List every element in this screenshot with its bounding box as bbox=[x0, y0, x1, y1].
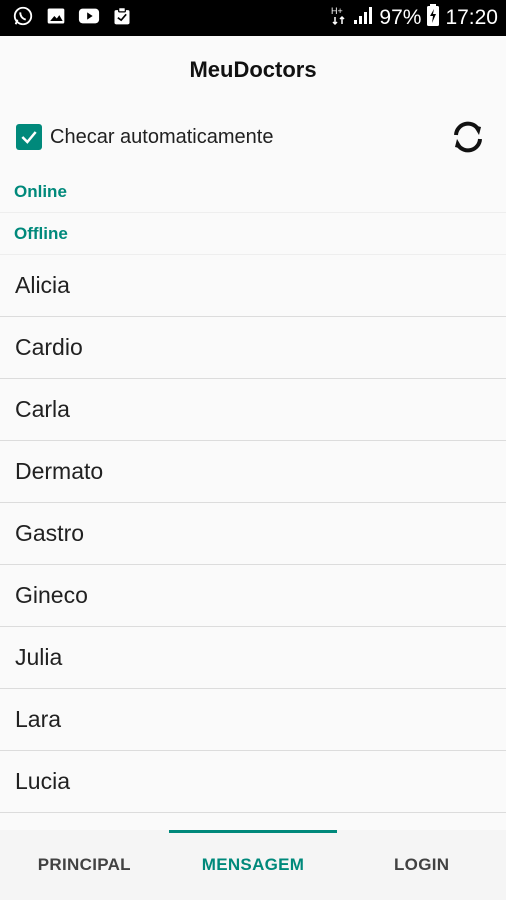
list-item[interactable]: Lara bbox=[0, 689, 506, 751]
check-icon bbox=[21, 131, 37, 144]
tab-mensagem[interactable]: MENSAGEM bbox=[168, 830, 338, 900]
svg-text:H+: H+ bbox=[331, 6, 343, 16]
list-item[interactable]: Cardio bbox=[0, 317, 506, 379]
network-icon: H+ bbox=[331, 4, 347, 32]
gallery-icon bbox=[46, 6, 66, 31]
signal-icon bbox=[353, 5, 373, 31]
list-item[interactable]: Carla bbox=[0, 379, 506, 441]
youtube-icon bbox=[78, 7, 100, 30]
clipboard-icon bbox=[112, 6, 132, 31]
section-header-offline: Offline bbox=[0, 213, 506, 255]
refresh-icon bbox=[454, 121, 482, 153]
tab-principal[interactable]: PRINCIPAL bbox=[0, 830, 169, 900]
list-item[interactable]: Dermato bbox=[0, 441, 506, 503]
status-bar: H+ 97% 17:20 bbox=[0, 0, 506, 36]
clock: 17:20 bbox=[445, 6, 498, 29]
tab-login[interactable]: LOGIN bbox=[337, 830, 506, 900]
auto-check-label[interactable]: Checar automaticamente bbox=[50, 126, 273, 149]
auto-check-row: Checar automaticamente bbox=[0, 108, 506, 166]
list-item[interactable]: Alicia bbox=[0, 255, 506, 317]
list-item[interactable]: Gineco bbox=[0, 565, 506, 627]
battery-icon bbox=[427, 4, 440, 32]
contact-list: Alicia Cardio Carla Dermato Gastro Ginec… bbox=[0, 255, 506, 813]
whatsapp-icon bbox=[12, 5, 34, 32]
refresh-button[interactable] bbox=[446, 115, 490, 159]
page-title: MeuDoctors bbox=[0, 36, 506, 104]
list-item[interactable]: Julia bbox=[0, 627, 506, 689]
section-header-online: Online bbox=[0, 171, 506, 213]
list-item[interactable]: Lucia bbox=[0, 751, 506, 813]
list-item[interactable]: Gastro bbox=[0, 503, 506, 565]
bottom-tab-bar: PRINCIPAL MENSAGEM LOGIN bbox=[0, 830, 506, 900]
auto-check-checkbox[interactable] bbox=[16, 124, 42, 150]
battery-percent: 97% bbox=[379, 6, 422, 29]
